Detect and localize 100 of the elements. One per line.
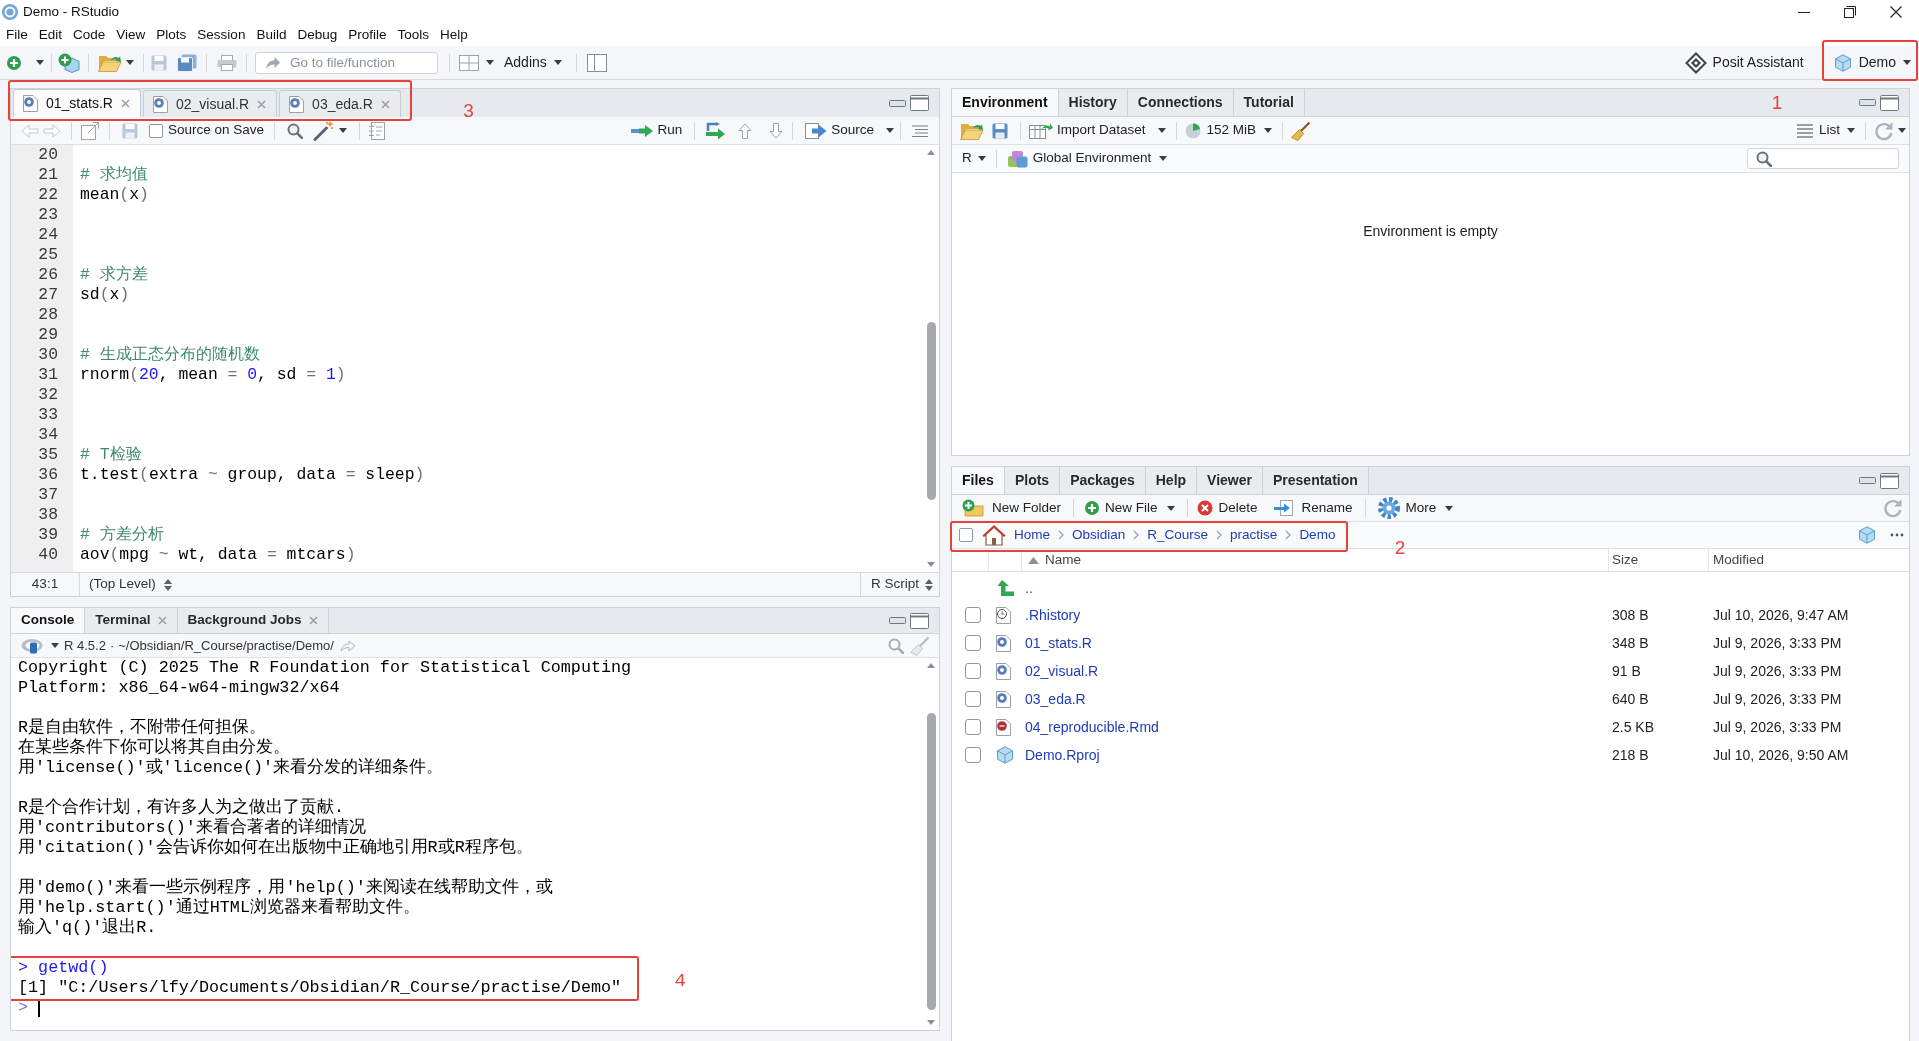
menu-item[interactable]: Profile bbox=[348, 24, 387, 46]
up-arrow-icon[interactable] bbox=[997, 579, 1015, 597]
menu-item[interactable]: Code bbox=[73, 24, 106, 46]
caret-icon[interactable] bbox=[126, 60, 134, 65]
pane-tab[interactable]: Environment bbox=[952, 89, 1059, 116]
menu-item[interactable]: Debug bbox=[297, 24, 338, 46]
printer-icon[interactable] bbox=[217, 54, 237, 71]
down-arrow-icon[interactable] bbox=[769, 122, 784, 139]
breadcrumb-link[interactable]: Demo bbox=[1299, 524, 1336, 546]
menu-item[interactable]: Edit bbox=[38, 24, 63, 46]
editor-tab[interactable]: 02_visual.R bbox=[142, 90, 278, 117]
scrollbar-thumb[interactable] bbox=[926, 322, 936, 500]
column-header[interactable]: Modified bbox=[1709, 549, 1909, 571]
caret-icon[interactable] bbox=[1898, 128, 1906, 133]
save-icon[interactable] bbox=[992, 122, 1008, 139]
caret-icon[interactable] bbox=[486, 60, 494, 65]
outline-icon[interactable] bbox=[912, 124, 928, 137]
source-button[interactable]: Source bbox=[803, 119, 896, 142]
file-link[interactable]: Demo.Rproj bbox=[1025, 747, 1100, 763]
maximize-pane-icon[interactable] bbox=[1880, 94, 1899, 111]
scroll-down-icon[interactable] bbox=[927, 562, 935, 567]
refresh-icon[interactable] bbox=[1883, 498, 1903, 518]
search-icon[interactable] bbox=[287, 122, 304, 139]
search-icon[interactable] bbox=[888, 637, 904, 654]
toolbar-button[interactable]: Rename bbox=[1271, 496, 1355, 520]
file-link[interactable]: 04_reproducible.Rmd bbox=[1025, 719, 1159, 735]
plus-icon[interactable] bbox=[7, 55, 21, 70]
assistant-button[interactable]: Posit Assistant bbox=[1681, 49, 1807, 76]
project-button[interactable]: Demo bbox=[1827, 49, 1914, 76]
console-tab[interactable]: Console bbox=[11, 608, 86, 633]
broom-icon[interactable] bbox=[1291, 120, 1312, 141]
view-mode-button[interactable]: List bbox=[1797, 118, 1855, 143]
parent-folder-link[interactable]: .. bbox=[1022, 577, 1033, 599]
minimize-pane-icon[interactable] bbox=[889, 617, 906, 624]
file-link[interactable]: .Rhistory bbox=[1025, 607, 1081, 623]
folder-icon[interactable] bbox=[960, 121, 984, 140]
menu-item[interactable]: Session bbox=[197, 24, 246, 46]
breadcrumb-link[interactable]: Home bbox=[1014, 524, 1050, 546]
checkbox[interactable] bbox=[965, 635, 981, 651]
checkbox[interactable] bbox=[959, 528, 973, 542]
breadcrumb-link[interactable]: R_Course bbox=[1147, 524, 1209, 546]
logo-icon[interactable] bbox=[21, 637, 45, 654]
close-icon[interactable] bbox=[1890, 6, 1902, 18]
toolbar-button[interactable]: New Folder bbox=[960, 496, 1064, 520]
editor-tab[interactable]: 03_eda.R bbox=[279, 90, 401, 117]
minimize-pane-icon[interactable] bbox=[889, 99, 906, 107]
checkbox[interactable] bbox=[965, 663, 981, 679]
editor-tab[interactable]: 01_stats.R bbox=[13, 89, 141, 117]
minimize-pane-icon[interactable] bbox=[1859, 99, 1876, 106]
panel-icon[interactable] bbox=[586, 53, 607, 72]
column-header[interactable]: Size bbox=[1609, 549, 1709, 571]
goto-field[interactable]: Go to file/function bbox=[255, 51, 438, 74]
memory-usage-button[interactable]: 152 MiB bbox=[1184, 118, 1273, 143]
wand-icon[interactable] bbox=[313, 120, 336, 141]
addins-button[interactable]: Addins bbox=[500, 50, 566, 75]
checkbox[interactable] bbox=[965, 747, 981, 763]
save-icon[interactable] bbox=[122, 122, 138, 139]
menu-item[interactable]: Build bbox=[256, 24, 287, 46]
maximize-pane-icon[interactable] bbox=[910, 95, 929, 111]
save-icon[interactable] bbox=[151, 54, 167, 71]
scroll-up-icon[interactable] bbox=[927, 150, 935, 155]
breadcrumb-link[interactable]: Obsidian bbox=[1072, 524, 1126, 546]
checkbox[interactable] bbox=[965, 607, 981, 623]
menu-item[interactable]: Tools bbox=[397, 24, 429, 46]
menu-item[interactable]: View bbox=[116, 24, 146, 46]
toolbar-button[interactable]: Delete bbox=[1194, 496, 1260, 520]
menu-item[interactable]: Help bbox=[440, 24, 468, 46]
maximize-pane-icon[interactable] bbox=[910, 612, 929, 629]
scroll-down-icon[interactable] bbox=[927, 1020, 935, 1025]
caret-icon[interactable] bbox=[36, 60, 44, 65]
search-field[interactable] bbox=[1747, 148, 1899, 169]
up-arrow-icon[interactable] bbox=[738, 122, 753, 139]
checkbox[interactable] bbox=[965, 691, 981, 707]
more-icon[interactable] bbox=[1890, 533, 1904, 537]
toolbar-button[interactable]: New File bbox=[1083, 496, 1177, 520]
minimize-pane-icon[interactable] bbox=[1859, 477, 1876, 484]
working-directory-link[interactable]: ~/Obsidian/R_Course/practise/Demo/ bbox=[118, 635, 334, 656]
save-all-icon[interactable] bbox=[177, 53, 197, 72]
pane-tab[interactable]: Files bbox=[952, 467, 1005, 494]
restore-icon[interactable] bbox=[1844, 6, 1856, 18]
file-link[interactable]: 01_stats.R bbox=[1025, 635, 1092, 651]
language-selector[interactable]: R bbox=[962, 148, 986, 169]
scope-selector[interactable]: (Top Level) bbox=[89, 574, 172, 595]
plus-cube-icon[interactable] bbox=[58, 52, 80, 73]
file-link[interactable]: 02_visual.R bbox=[1025, 663, 1099, 679]
scrollbar-thumb[interactable] bbox=[926, 713, 936, 1010]
menu-item[interactable]: File bbox=[6, 24, 28, 46]
maximize-pane-icon[interactable] bbox=[1880, 472, 1899, 489]
run-button[interactable]: Run bbox=[629, 119, 685, 142]
file-link[interactable]: 03_eda.R bbox=[1025, 691, 1086, 707]
home-icon[interactable] bbox=[982, 524, 1006, 546]
scroll-up-icon[interactable] bbox=[927, 663, 935, 668]
notebook-icon[interactable] bbox=[369, 121, 386, 140]
cube-icon[interactable] bbox=[1858, 526, 1876, 544]
checkbox[interactable] bbox=[965, 719, 981, 735]
popout-icon[interactable] bbox=[81, 121, 99, 140]
toolbar-button[interactable]: More bbox=[1375, 496, 1456, 520]
checkbox[interactable] bbox=[149, 123, 163, 138]
arrow-icon[interactable] bbox=[339, 639, 356, 652]
menu-item[interactable]: Plots bbox=[156, 24, 187, 46]
